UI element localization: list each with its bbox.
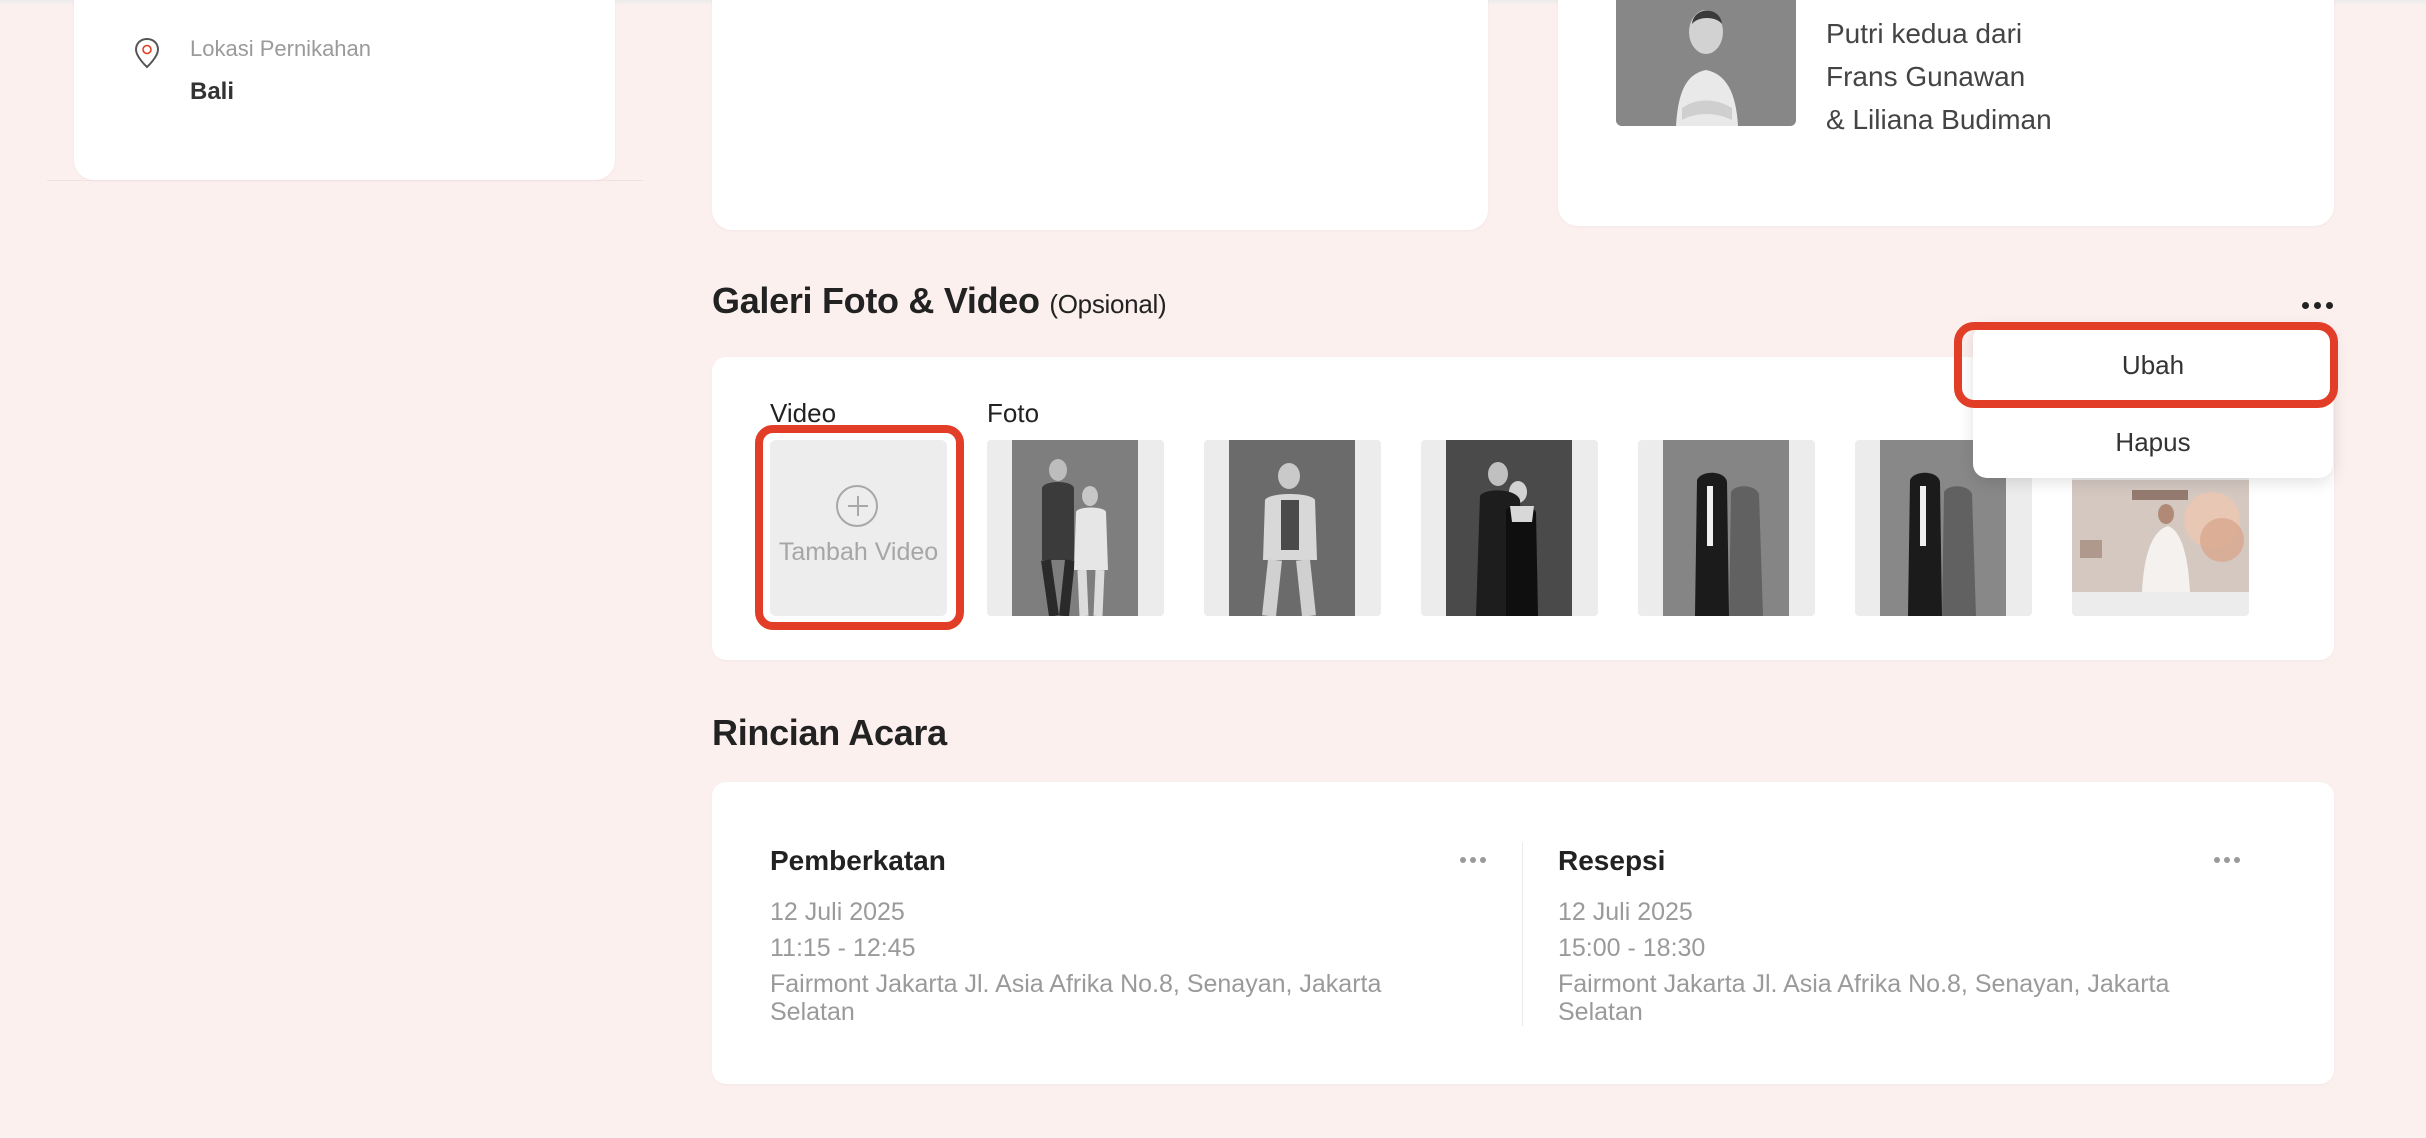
highlight-edit-option [1954, 322, 2338, 408]
event-name: Resepsi [1558, 845, 1666, 876]
highlight-add-video [755, 425, 964, 630]
sidebar-divider [47, 180, 643, 181]
gallery-more-options-icon[interactable] [2302, 302, 2333, 309]
map-pin-icon [134, 37, 160, 69]
bride-parents-text: Putri kedua dari Frans Gunawan & Liliana… [1826, 12, 2052, 141]
wedding-info-card [74, 0, 615, 180]
event-address-cont: Selatan [1558, 998, 1643, 1026]
wedding-location-label: Lokasi Pernikahan [190, 36, 372, 61]
gallery-section-title: Galeri Foto & Video (Opsional) [712, 280, 1167, 322]
parents-line: & Liliana Budiman [1826, 104, 2052, 135]
event-more-options-icon[interactable] [1460, 857, 1486, 863]
gallery-photo-thumbnail[interactable] [1204, 440, 1381, 616]
event-address: Fairmont Jakarta Jl. Asia Afrika No.8, S… [770, 970, 1382, 998]
event-time: 11:15 - 12:45 [770, 934, 916, 962]
event-more-options-icon[interactable] [2214, 857, 2240, 863]
events-card [712, 782, 2334, 1084]
gallery-photo-thumbnail[interactable] [1638, 440, 1815, 616]
event-address: Fairmont Jakarta Jl. Asia Afrika No.8, S… [1558, 970, 2170, 998]
gallery-optional-label: (Opsional) [1049, 289, 1167, 319]
parents-line: Putri kedua dari [1826, 18, 2023, 49]
event-time: 15:00 - 18:30 [1558, 934, 1706, 962]
gallery-title-text: Galeri Foto & Video [712, 280, 1040, 321]
menu-item-delete[interactable]: Hapus [1973, 427, 2333, 458]
photo-column-label: Foto [987, 398, 1040, 428]
page: Lokasi Pernikahan Bali Putri kedua dari … [0, 0, 2426, 1138]
event-address-cont: Selatan [770, 998, 855, 1026]
gallery-photo-thumbnail[interactable] [1421, 440, 1598, 616]
events-section-title: Rincian Acara [712, 712, 947, 753]
events-divider [1522, 842, 1523, 1026]
event-name: Pemberkatan [770, 845, 946, 876]
bride-photo [1616, 0, 1796, 126]
parents-line: Frans Gunawan [1826, 61, 2026, 92]
wedding-location-value: Bali [190, 78, 235, 105]
event-date: 12 Juli 2025 [1558, 898, 1693, 926]
gallery-photo-thumbnail[interactable] [987, 440, 1164, 616]
groom-card [712, 0, 1488, 230]
event-date: 12 Juli 2025 [770, 898, 905, 926]
